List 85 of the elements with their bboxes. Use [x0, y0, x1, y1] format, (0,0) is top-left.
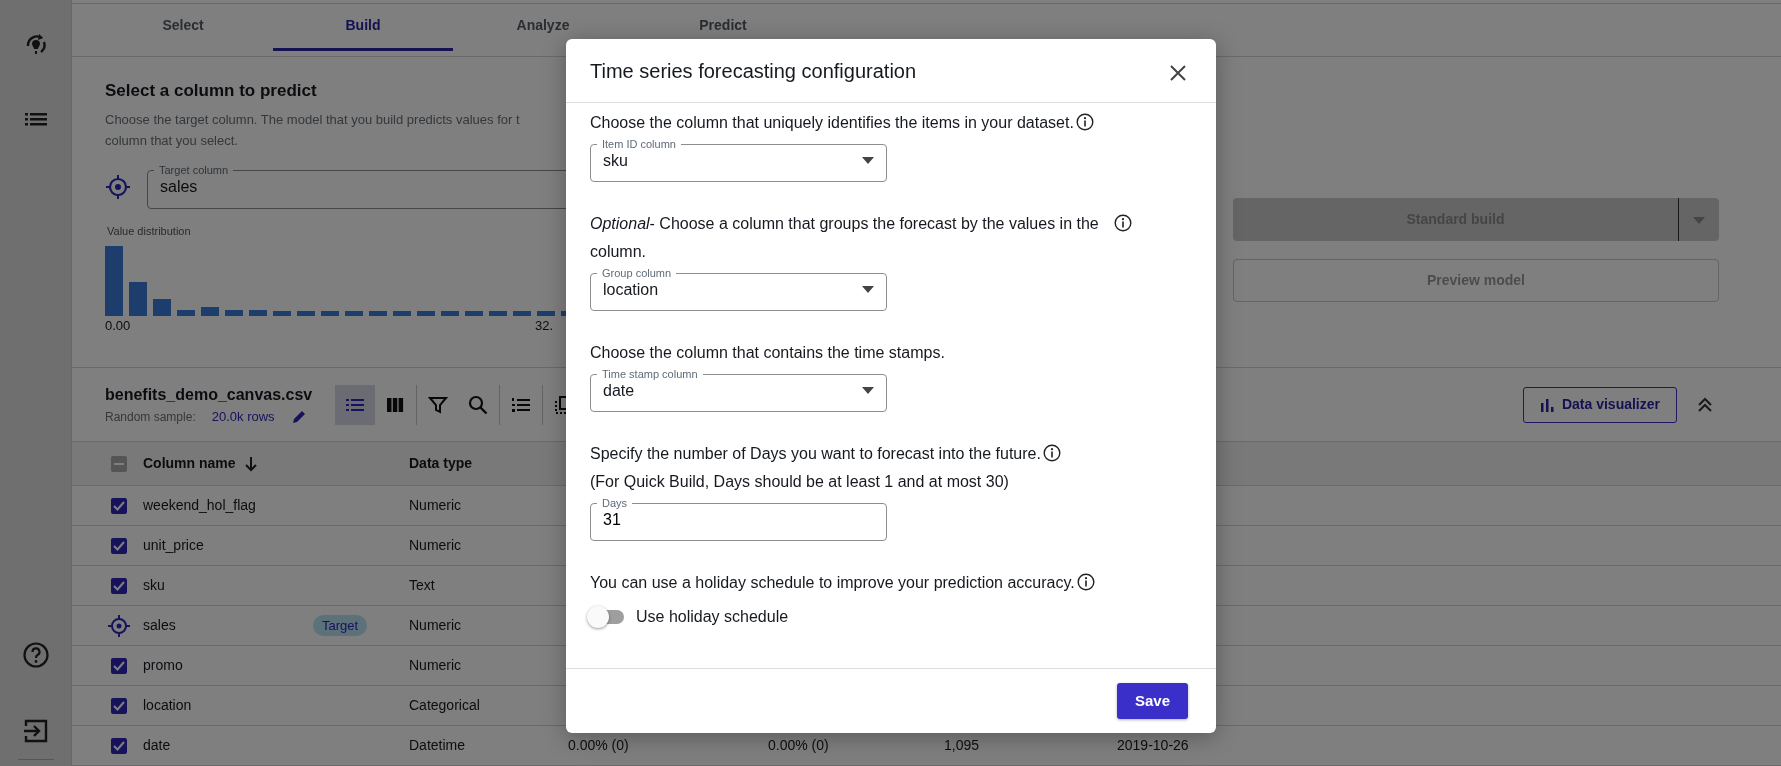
histogram-bar — [201, 306, 219, 316]
minus-icon — [113, 462, 124, 465]
column-header[interactable]: Column name — [143, 453, 236, 474]
days-field[interactable]: Days 31 — [590, 498, 887, 541]
column-dropdown[interactable]: Time stamp column date — [590, 369, 887, 412]
histogram-bar — [369, 310, 387, 316]
table-cell-text: Numeric — [409, 536, 463, 555]
column-header[interactable]: Data type — [409, 453, 568, 474]
histogram-bar — [417, 310, 435, 316]
caret-icon[interactable] — [862, 286, 874, 293]
instruction-text: Specify the number of Days you want to forecast into the future. — [590, 444, 1041, 464]
help-icon[interactable] — [21, 641, 50, 669]
sample-label: Random sample: — [105, 408, 196, 426]
table-cell-text: Text — [409, 576, 436, 595]
histogram-bar — [321, 310, 339, 316]
target-icon — [105, 174, 131, 201]
histogram-bar — [537, 310, 555, 316]
histogram-bar — [129, 281, 147, 316]
table-cell-text: 0.00% (0) — [768, 736, 830, 755]
tab[interactable]: Predict — [633, 3, 813, 51]
note-text: (For Quick Build, Days should be at least 1 and at most 30) — [590, 472, 1010, 492]
instruction-text: You can use a holiday schedule to improve your prediction accuracy. — [590, 573, 1075, 593]
table-cell-text: 1,095 — [944, 736, 981, 755]
table-cell-text: 0.00% (0) — [568, 736, 630, 755]
pencil-icon[interactable] — [290, 408, 307, 425]
section-title: Select a column to predict — [105, 81, 318, 102]
table-cell-text: location — [143, 696, 193, 715]
instruction-text: Optional- Choose a column that groups the forecast by the values in the column. — [590, 214, 1100, 262]
tab[interactable]: Build — [273, 3, 453, 51]
table-cell-text: Numeric — [409, 656, 463, 675]
axis-label: 32. — [534, 316, 553, 335]
toggle-label: Use holiday schedule — [636, 607, 789, 627]
row-checkbox[interactable] — [110, 497, 127, 514]
target-badge: Target — [313, 615, 368, 636]
instruction-text: Choose the column that uniquely identifies the items in your dataset. — [590, 113, 1074, 133]
row-checkbox[interactable] — [110, 737, 127, 754]
histogram-bar — [273, 310, 291, 316]
column-dropdown[interactable]: Group column location — [590, 268, 887, 311]
bar-chart-icon[interactable] — [1539, 397, 1554, 412]
caret-icon[interactable] — [862, 387, 874, 394]
sample-size-link[interactable]: 20.0k rows — [211, 406, 275, 427]
target-icon — [107, 614, 130, 637]
save-button[interactable]: Save — [1116, 683, 1188, 719]
table-cell-text: unit_price — [143, 536, 205, 555]
select-all-checkbox[interactable] — [110, 455, 127, 472]
list-view-icon[interactable] — [335, 384, 375, 425]
table-cell-text: weekend_hol_flag — [143, 496, 257, 515]
table-cell-text: Categorical — [409, 696, 481, 715]
row-checkbox[interactable] — [110, 537, 127, 554]
table-cell-text: Numeric — [409, 496, 463, 515]
caret-icon[interactable] — [862, 157, 874, 164]
table-cell-text: date — [143, 736, 172, 755]
tab[interactable]: Analyze — [453, 3, 633, 51]
tab[interactable]: Select — [93, 3, 273, 51]
instruction-text: Choose the column that contains the time stamps. — [590, 343, 945, 363]
histogram-bar — [297, 310, 315, 316]
table-cell-text: Numeric — [409, 616, 463, 635]
histogram-bar — [393, 310, 411, 316]
table-cell-text: promo — [143, 656, 184, 675]
table-cell-text: 2019-10-26 — [1117, 736, 1189, 755]
histogram-bar — [249, 309, 267, 316]
axis-label: 0.00 — [105, 316, 131, 335]
description-text: Choose the target column. The model that you build predicts values for t column that you select. — [105, 110, 520, 150]
column-dropdown[interactable]: Item ID column sku — [590, 139, 887, 182]
histogram-bar — [153, 298, 171, 316]
data-visualizer-button[interactable]: Data visualizer — [1522, 386, 1677, 423]
histogram-bar — [513, 310, 531, 316]
dialog-title: Time series forecasting configuration — [590, 58, 917, 83]
histogram-bar — [177, 309, 195, 316]
histogram-bar — [465, 310, 483, 316]
file-name: benefits_demo_canvas.csv — [105, 384, 314, 405]
histogram-bar — [441, 310, 459, 316]
table-cell-text: Datetime — [409, 736, 467, 755]
histogram-bar — [105, 245, 123, 316]
table-cell-text: sales — [143, 616, 177, 635]
row-checkbox[interactable] — [110, 697, 127, 714]
row-checkbox[interactable] — [110, 657, 127, 674]
sort-arrow-icon — [243, 455, 258, 472]
histogram-bar — [225, 309, 243, 316]
table-cell-text: sku — [143, 576, 166, 595]
histogram-bar — [345, 310, 363, 316]
exit-icon[interactable] — [21, 717, 50, 745]
row-checkbox[interactable] — [110, 577, 127, 594]
dropdown-toggle-button[interactable] — [1678, 198, 1719, 242]
histogram-bar — [489, 310, 507, 316]
